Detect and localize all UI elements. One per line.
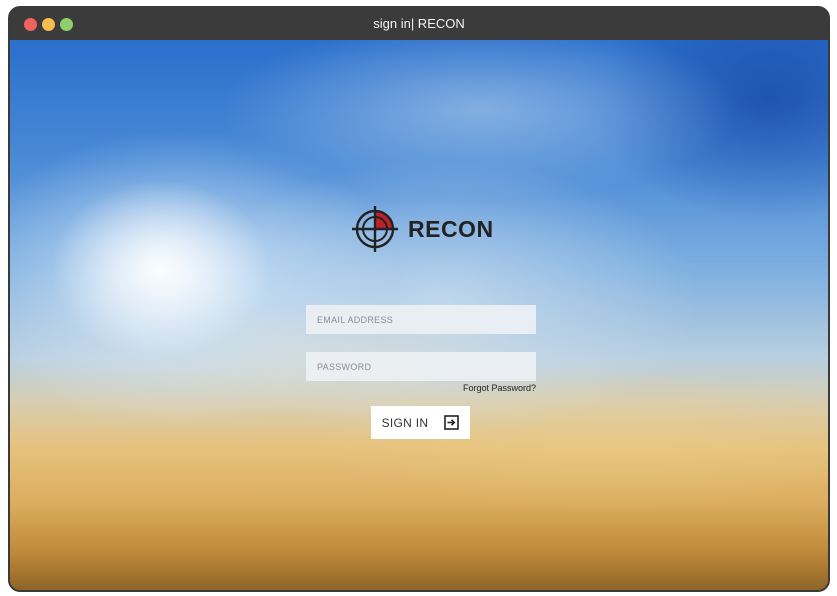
brand-logo: RECON	[352, 206, 494, 252]
brand-name: RECON	[408, 215, 494, 242]
title-bar[interactable]: sign in| RECON	[10, 8, 828, 40]
sign-in-arrow-icon	[444, 415, 460, 430]
sign-in-button[interactable]: SIGN IN	[371, 406, 470, 439]
window-title: sign in| RECON	[373, 16, 465, 31]
sign-in-label: SIGN IN	[381, 415, 429, 430]
email-field[interactable]	[306, 305, 536, 334]
forgot-password-link[interactable]: Forgot Password?	[306, 383, 536, 393]
password-field[interactable]	[306, 352, 536, 381]
login-background: RECON Forgot Password? SIGN IN	[10, 40, 828, 590]
app-window: sign in| RECON RECON Forgot Password? SI…	[8, 6, 830, 592]
crosshair-icon	[352, 206, 398, 252]
